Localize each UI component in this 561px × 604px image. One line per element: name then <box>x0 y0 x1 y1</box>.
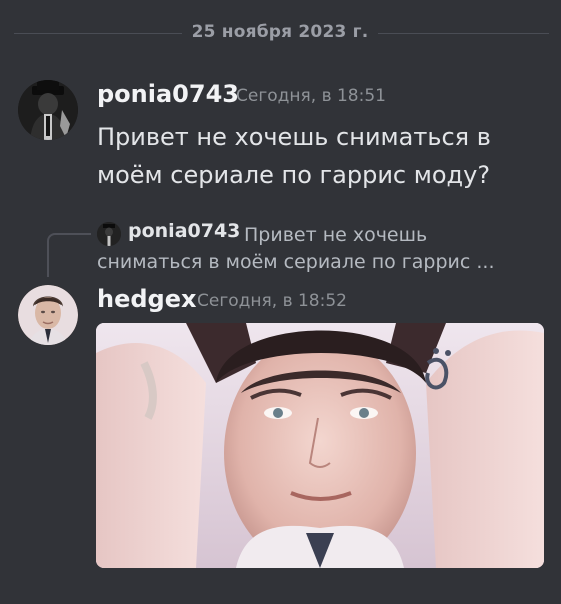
avatar-hedgex[interactable] <box>18 285 78 345</box>
divider-line-left <box>14 33 182 34</box>
message-content: Привет не хочешь сниматься в моём сериал… <box>97 123 491 189</box>
avatar-figure-icon <box>18 80 78 140</box>
message-timestamp: Сегодня, в 18:52 <box>197 291 347 311</box>
avatar-ponia0743[interactable] <box>18 80 78 140</box>
message-author[interactable]: ponia0743 <box>97 80 239 108</box>
date-divider-label: 25 ноября 2023 г. <box>191 22 369 42</box>
image-attachment[interactable] <box>96 323 544 568</box>
avatar-portrait-icon <box>18 285 78 345</box>
message-timestamp: Сегодня, в 18:51 <box>236 86 386 106</box>
portrait-photo <box>96 323 544 568</box>
reply-avatar-figure-icon <box>97 222 121 246</box>
divider-line-right <box>378 33 549 34</box>
reply-avatar <box>97 222 121 246</box>
reply-spine <box>47 233 91 277</box>
date-divider: 25 ноября 2023 г. <box>0 18 561 48</box>
reply-author[interactable]: ponia0743 <box>128 220 240 242</box>
message-author[interactable]: hedgex <box>97 285 196 313</box>
